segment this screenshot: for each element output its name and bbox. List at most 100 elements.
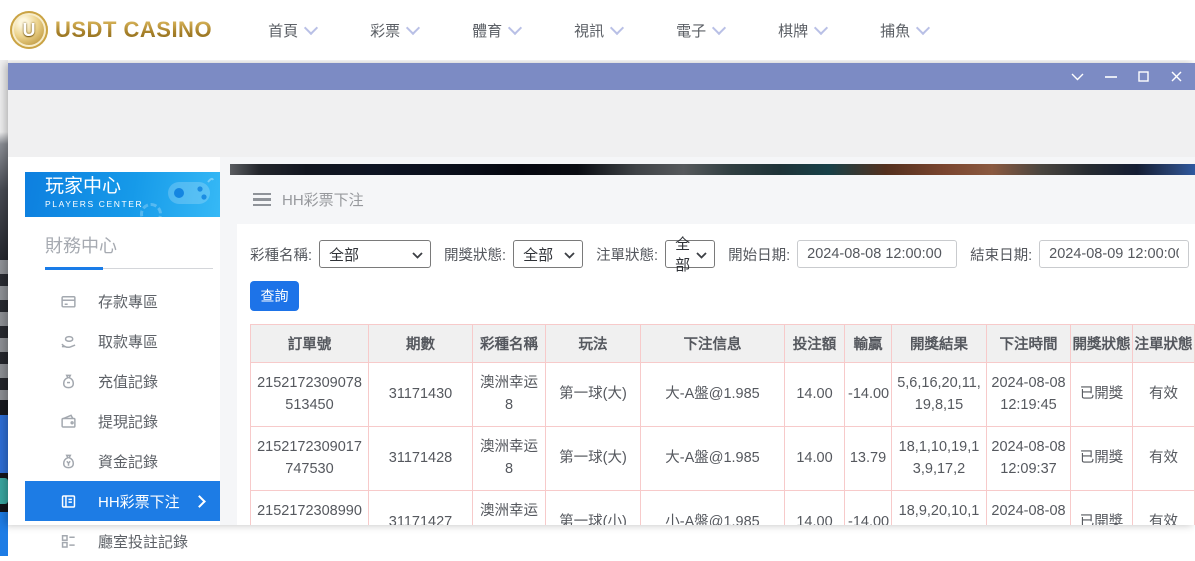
- select-arrow-icon: [408, 246, 423, 263]
- nav-item-label: 體育: [472, 22, 503, 40]
- sidebar-item-label: 廳室投註記錄: [98, 533, 189, 551]
- cell-bet-time: 2024-08-08 12:09:37: [986, 426, 1071, 491]
- banner-sliver: [230, 164, 1195, 175]
- col-header-lottery-name: 彩種名稱: [472, 324, 546, 363]
- lottery-bet-book-icon: [61, 494, 76, 508]
- nav-item-lottery[interactable]: 彩票: [370, 20, 421, 41]
- cell-lottery-name: 澳洲幸运8: [472, 362, 546, 427]
- nav-item-video[interactable]: 視訊: [574, 20, 625, 41]
- minimize-button[interactable]: [1094, 63, 1127, 90]
- nav-item-sports[interactable]: 體育: [472, 20, 523, 41]
- cell-bet-time: 2024-08-08 12:19:45: [986, 362, 1071, 427]
- sidebar-item-label: 存款專區: [98, 293, 159, 311]
- query-button[interactable]: 查詢: [250, 281, 299, 311]
- select-arrow-icon: [560, 246, 575, 263]
- col-header-draw-status: 開獎狀態: [1070, 324, 1133, 363]
- close-button[interactable]: [1160, 63, 1193, 90]
- sidebar-item-label: 取款專區: [98, 333, 159, 351]
- chevron-down-icon: [508, 20, 523, 36]
- cell-bet-time: 2024-08-08 12:05:08: [986, 490, 1071, 525]
- nav-item-label: 視訊: [574, 22, 605, 40]
- breadcrumb-label: HH彩票下注: [282, 192, 364, 209]
- chevron-down-icon: [814, 20, 829, 36]
- nav-item-label: 電子: [676, 22, 707, 40]
- col-header-draw-result: 開獎結果: [891, 324, 987, 363]
- table-header-row: 訂單號 期數 彩種名稱 玩法 下注信息 投注額 輸贏 開獎結果 下注時間 開獎狀態 注單狀態: [250, 324, 1195, 363]
- background-artwork: [0, 260, 8, 400]
- chevron-down-icon: [610, 20, 625, 36]
- chevron-down-icon: [304, 20, 319, 36]
- deposit-card-icon: [61, 295, 76, 308]
- col-header-bet-info: 下注信息: [640, 324, 785, 363]
- draw-status-select[interactable]: 全部: [513, 240, 584, 268]
- cell-draw-status: 已開獎: [1070, 490, 1133, 525]
- col-header-order-no: 訂單號: [250, 324, 369, 363]
- col-header-period: 期數: [368, 324, 473, 363]
- cell-order-no: 2152172309017747530: [250, 426, 369, 491]
- hamburger-icon[interactable]: [253, 192, 271, 207]
- window-chevron-button[interactable]: [1061, 63, 1094, 90]
- sidebar-item-label: 提現記錄: [98, 413, 159, 431]
- sidebar-item-label: 充值記錄: [98, 373, 159, 391]
- site-top-nav: U USDT CASINO 首頁 彩票 體育 視訊 電子 棋牌 捕魚: [0, 0, 1195, 60]
- selected-option: 全部: [329, 246, 360, 264]
- cell-order-status: 有效: [1132, 362, 1195, 427]
- players-center-window: 玩家中心 PLAYERS CENTER 財務中心 存款專區 取款專區 充值記錄 …: [8, 63, 1195, 551]
- cell-win-loss: -14.00: [844, 490, 892, 525]
- order-status-label: 注單狀態:: [596, 247, 659, 264]
- sidebar-item-hh-lottery-bets[interactable]: HH彩票下注: [25, 481, 220, 521]
- nav-item-cards[interactable]: 棋牌: [778, 20, 829, 41]
- breadcrumb: HH彩票下注: [237, 175, 1195, 224]
- col-header-win-loss: 輸贏: [844, 324, 892, 363]
- chevron-right-icon: [193, 494, 206, 508]
- cell-period: 31171430: [368, 362, 473, 427]
- main-menu: 首頁 彩票 體育 視訊 電子 棋牌 捕魚: [268, 20, 931, 41]
- cell-order-no: 2152172308990818500: [250, 490, 369, 525]
- cell-bet-amount: 14.00: [784, 490, 845, 525]
- sidebar-item-deposit[interactable]: 存款專區: [25, 281, 220, 321]
- window-titlebar[interactable]: [8, 63, 1195, 90]
- selected-option: 全部: [675, 236, 691, 274]
- withdraw-hand-icon: [61, 335, 76, 348]
- sidebar-item-withdrawal-record[interactable]: 提現記錄: [25, 401, 220, 441]
- nav-item-slots[interactable]: 電子: [676, 20, 727, 41]
- sidebar-menu: 存款專區取款專區充值記錄提現記錄資金記錄 HH彩票下注廳室投註記錄: [25, 281, 220, 561]
- cell-play-type: 第一球(大): [545, 362, 641, 427]
- finance-center-underline: [45, 267, 213, 270]
- sidebar-item-recharge-record[interactable]: 充值記錄: [25, 361, 220, 401]
- col-header-play-type: 玩法: [545, 324, 641, 363]
- col-header-order-status: 注單狀態: [1132, 324, 1195, 363]
- site-logo[interactable]: U USDT CASINO: [10, 11, 212, 49]
- background-banner: [0, 415, 8, 473]
- cell-order-status: 有效: [1132, 426, 1195, 491]
- cell-draw-status: 已開獎: [1070, 426, 1133, 491]
- table-row: 215217230899081850031171427澳洲幸运8第一球(小)小-…: [250, 490, 1195, 525]
- sidebar-item-funds-record[interactable]: 資金記錄: [25, 441, 220, 481]
- maximize-button[interactable]: [1127, 63, 1160, 90]
- filter-bar: 彩種名稱:全部開獎狀態:全部注單狀態:全部開始日期:結束日期:: [250, 236, 1195, 274]
- recharge-bag-icon: [62, 374, 75, 388]
- cell-win-loss: 13.79: [844, 426, 892, 491]
- cell-draw-result: 18,9,20,10,13,3,11,16: [891, 490, 987, 525]
- cell-play-type: 第一球(小): [545, 490, 641, 525]
- cell-lottery-name: 澳洲幸运8: [472, 426, 546, 491]
- records-panel: 彩種名稱:全部開獎狀態:全部注單狀態:全部開始日期:結束日期: 查詢 訂單號期數…: [237, 224, 1195, 525]
- chevron-down-icon: [916, 20, 931, 36]
- cell-lottery-name: 澳洲幸运8: [472, 490, 546, 525]
- sidebar-item-withdraw[interactable]: 取款專區: [25, 321, 220, 361]
- nav-item-label: 捕魚: [880, 22, 911, 40]
- nav-item-home[interactable]: 首頁: [268, 20, 319, 41]
- end-date-label: 結束日期:: [970, 247, 1033, 264]
- lottery-name-select[interactable]: 全部: [319, 240, 432, 268]
- col-header-bet-time: 下注時間: [986, 324, 1071, 363]
- order-status-select[interactable]: 全部: [665, 236, 716, 274]
- start-date-input[interactable]: [797, 240, 958, 268]
- start-date-label: 開始日期:: [728, 247, 791, 264]
- logo-monogram: U: [22, 19, 36, 40]
- cell-play-type: 第一球(大): [545, 426, 641, 491]
- sidebar: 玩家中心 PLAYERS CENTER 財務中心 存款專區 取款專區 充值記錄 …: [25, 157, 220, 551]
- nav-item-fishing[interactable]: 捕魚: [880, 20, 931, 41]
- sidebar-item-hall-bet-records[interactable]: 廳室投註記錄: [25, 521, 220, 561]
- underline-rest: [103, 268, 213, 269]
- end-date-input[interactable]: [1039, 240, 1190, 268]
